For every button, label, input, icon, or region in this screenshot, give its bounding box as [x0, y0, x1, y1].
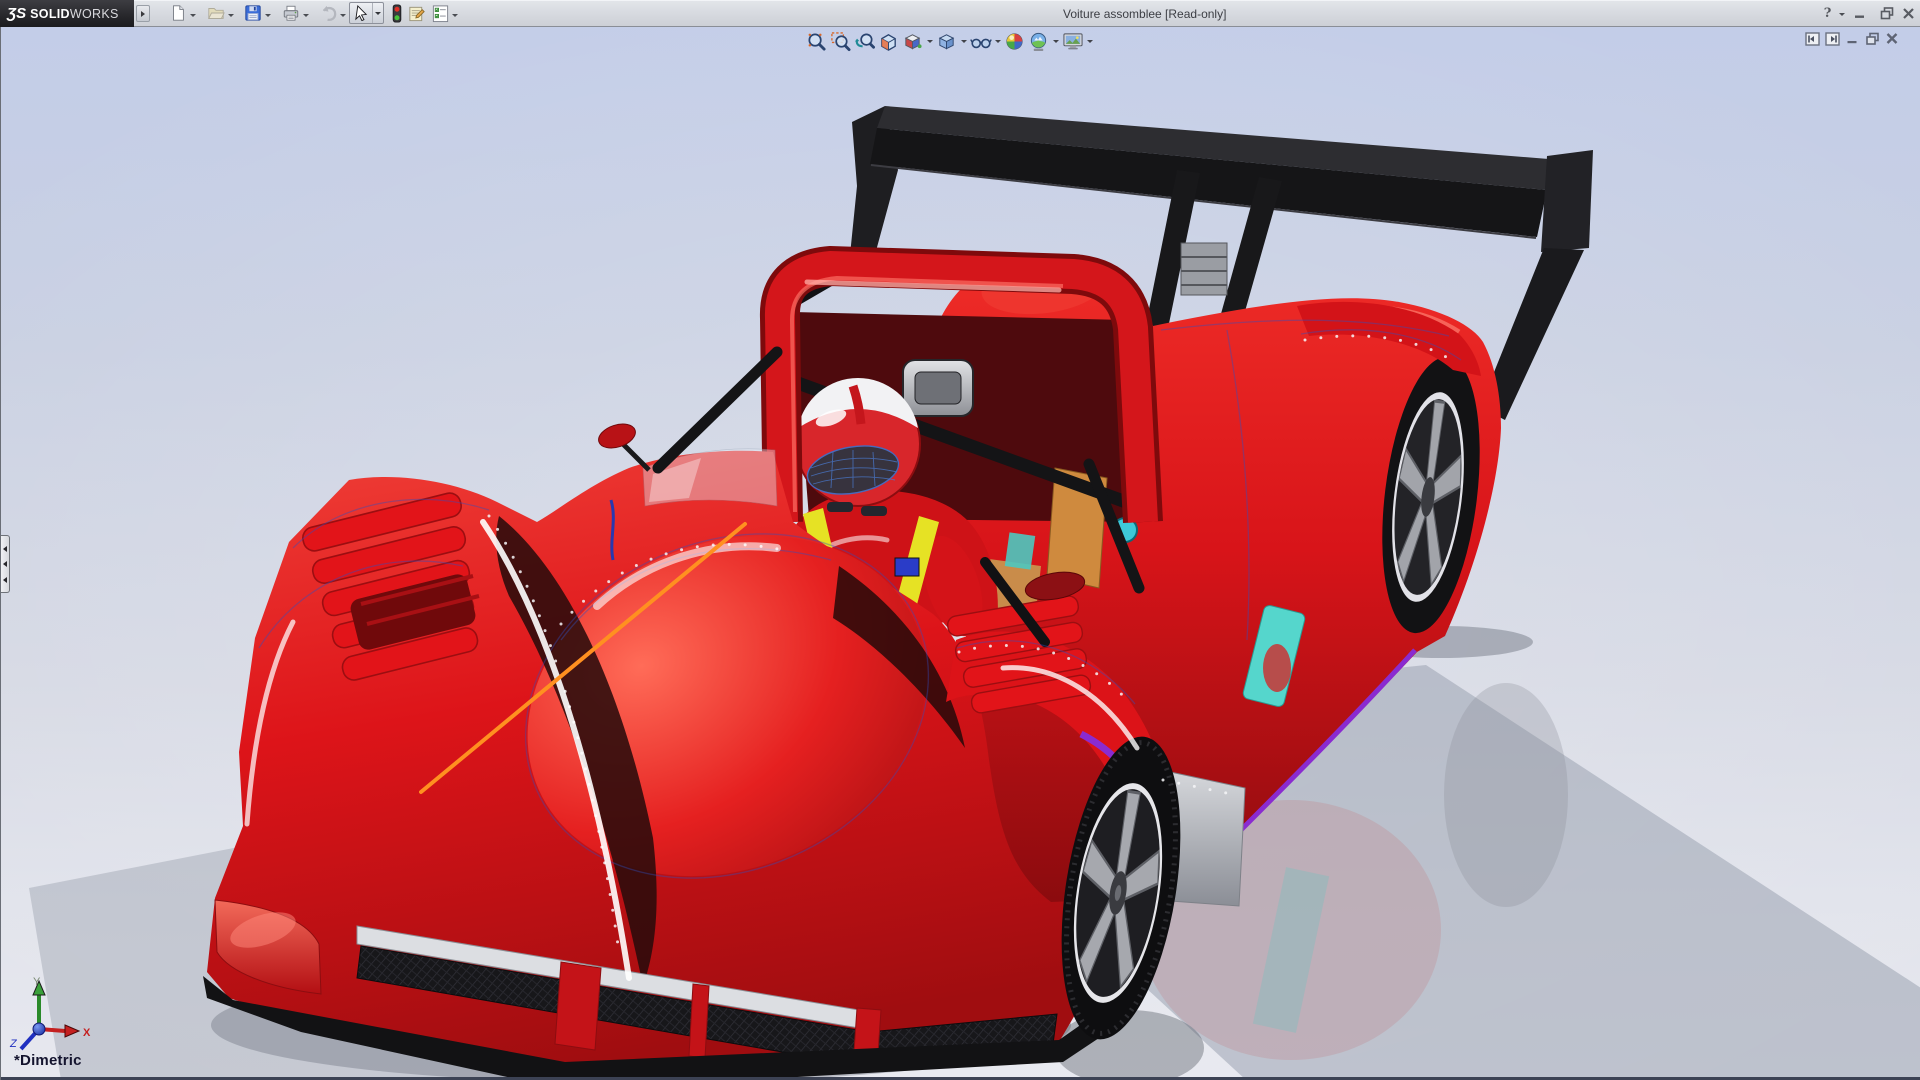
view-orientation-button[interactable]	[901, 30, 924, 53]
previous-view-icon	[854, 32, 875, 49]
apply-scene-dropdown[interactable]	[1051, 30, 1060, 53]
note-pencil-icon	[408, 6, 425, 21]
doc-minimize-button[interactable]	[1844, 31, 1860, 46]
view-settings-button[interactable]	[1061, 30, 1084, 53]
rebuild-button[interactable]	[387, 3, 407, 23]
restore-button[interactable]	[1878, 4, 1895, 22]
titlebar-highlight	[0, 0, 1920, 1]
apply-scene-icon	[1030, 32, 1047, 51]
collapse-pane-right-button[interactable]	[1824, 31, 1840, 46]
collapse-arrow-icon	[3, 576, 7, 583]
hide-show-items-button[interactable]	[969, 30, 992, 53]
eyeglasses-icon	[969, 38, 992, 48]
options-checklist-icon	[432, 4, 448, 22]
zoom-to-area-button[interactable]	[829, 30, 852, 53]
close-icon	[1903, 7, 1914, 19]
triad-y-label: Y	[33, 976, 41, 988]
title-bar: ƷS SOLID WORKS Voiture assomblee [Read-o…	[0, 0, 1920, 27]
collapse-arrow-icon	[3, 561, 7, 567]
apply-scene-button[interactable]	[1027, 30, 1050, 53]
collapse-pane-left-button[interactable]	[1804, 31, 1820, 46]
view-orientation-dropdown[interactable]	[925, 30, 934, 53]
doc-close-button[interactable]	[1884, 31, 1900, 46]
window-title: Voiture assomblee [Read-only]	[1063, 7, 1227, 21]
brand-glyph: ƷS	[7, 5, 27, 22]
zoom-to-fit-icon	[808, 32, 826, 51]
3d-scene-canvas[interactable]	[1, 27, 1920, 1080]
menu-expand-arrow[interactable]	[136, 5, 150, 22]
collapse-arrow-icon	[3, 545, 7, 552]
view-settings-dropdown[interactable]	[1085, 30, 1094, 53]
zoom-to-fit-button[interactable]	[805, 30, 828, 53]
minimize-icon	[1854, 15, 1864, 18]
save-floppy-icon	[245, 5, 261, 21]
orientation-triad: Y X Z	[9, 976, 91, 1051]
options-dropdown[interactable]	[451, 11, 459, 19]
undo-button[interactable]	[318, 3, 338, 23]
feature-panel-collapse-tab[interactable]	[1, 535, 10, 593]
undo-dropdown[interactable]	[339, 11, 347, 19]
section-view-icon	[881, 33, 896, 51]
close-button[interactable]	[1900, 4, 1917, 22]
wing-bracket	[1180, 242, 1228, 296]
open-folder-icon	[208, 8, 225, 19]
view-orientation-icon	[904, 33, 922, 49]
printer-icon	[283, 5, 299, 21]
document-window-buttons	[1804, 31, 1900, 46]
display-style-icon	[938, 33, 955, 49]
restore-icon	[1880, 6, 1893, 19]
view-settings-icon	[1062, 32, 1083, 49]
doc-minimize-icon	[1847, 41, 1856, 44]
doc-restore-icon	[1865, 32, 1879, 45]
solidworks-logo: ƷS SOLID WORKS	[0, 0, 134, 27]
hide-show-items-dropdown[interactable]	[993, 30, 1002, 53]
display-style-button[interactable]	[935, 30, 958, 53]
new-document-button[interactable]	[168, 3, 188, 23]
minimize-button[interactable]	[1851, 4, 1868, 22]
save-button[interactable]	[243, 3, 263, 23]
graphics-viewport[interactable]: Y X Z *Dimetric	[0, 27, 1920, 1080]
collapse-right-icon	[1824, 31, 1840, 46]
print-button[interactable]	[281, 3, 301, 23]
doc-restore-button[interactable]	[1864, 31, 1880, 46]
help-dropdown[interactable]	[1838, 10, 1846, 18]
section-view-button[interactable]	[877, 30, 900, 53]
view-orientation-label: *Dimetric	[14, 1052, 82, 1069]
headsup-view-toolbar	[805, 29, 1094, 53]
edit-appearance-button[interactable]	[1003, 30, 1026, 53]
doc-close-icon	[1886, 33, 1898, 44]
triad-x-label: X	[83, 1027, 91, 1039]
collapse-left-icon	[1804, 31, 1820, 46]
harness-buckle	[894, 557, 920, 577]
display-style-dropdown[interactable]	[959, 30, 968, 53]
new-document-dropdown[interactable]	[189, 11, 197, 19]
select-tool-button[interactable]	[350, 3, 372, 23]
previous-view-button[interactable]	[853, 30, 876, 53]
options-button[interactable]	[430, 3, 450, 23]
new-document-icon	[173, 5, 184, 21]
appearance-ball-icon	[1006, 32, 1023, 50]
save-dropdown[interactable]	[264, 11, 272, 19]
traffic-light-icon	[392, 3, 402, 23]
select-tool-group	[349, 2, 384, 24]
brand-solid: SOLID	[30, 6, 70, 21]
print-dropdown[interactable]	[302, 11, 310, 19]
select-tool-dropdown[interactable]	[372, 3, 383, 23]
zoom-to-area-icon	[831, 31, 851, 51]
triad-z-label: Z	[9, 1038, 18, 1050]
help-button[interactable]: ?	[1819, 4, 1836, 22]
open-dropdown[interactable]	[227, 11, 235, 19]
file-properties-button[interactable]	[406, 3, 426, 23]
brand-works: WORKS	[69, 6, 119, 21]
undo-icon	[322, 5, 336, 21]
open-button[interactable]	[206, 3, 226, 23]
select-cursor-icon	[354, 5, 367, 21]
